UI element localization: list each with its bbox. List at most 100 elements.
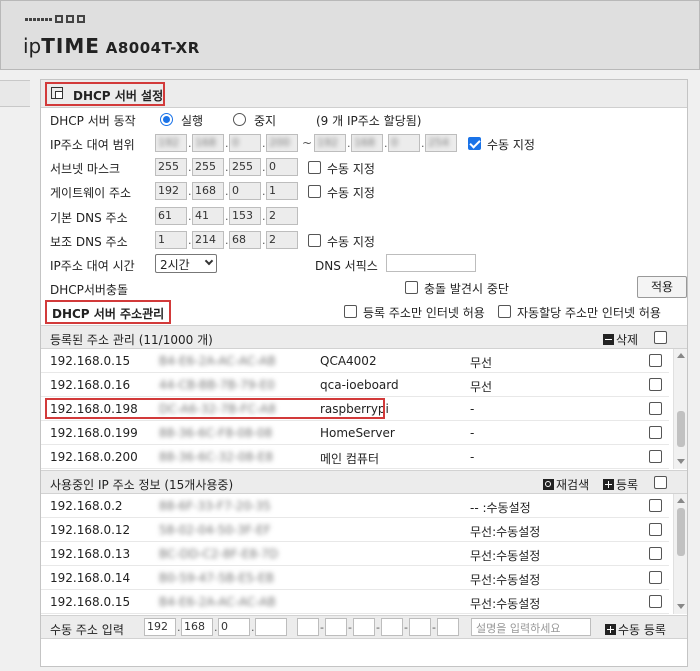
row-checkbox[interactable] (649, 571, 662, 584)
row-checkbox[interactable] (649, 499, 662, 512)
range-end-octet3[interactable]: 0 (388, 134, 420, 152)
row-checkbox[interactable] (649, 426, 662, 439)
dns-suffix-input[interactable] (386, 254, 476, 272)
gateway-manual-checkbox[interactable] (308, 185, 321, 198)
row-status: -- :수동설정 (470, 501, 531, 515)
ip-range-label: IP주소 대여 범위 (50, 138, 135, 152)
dhcp-stop-label[interactable]: 중지 (254, 112, 276, 129)
range-start-octet2[interactable]: 168 (192, 134, 224, 152)
row-type: - (470, 450, 475, 464)
row-ip: 192.168.0.14 (50, 571, 131, 585)
scroll-thumb[interactable] (677, 508, 685, 556)
chevron-down-icon (204, 256, 214, 266)
manual-mac-1[interactable] (297, 618, 319, 636)
dns2-octet1[interactable]: 1 (155, 231, 187, 249)
manual-mac-4[interactable] (381, 618, 403, 636)
registered-scrollbar[interactable] (673, 349, 687, 469)
registered-select-all-checkbox[interactable] (654, 331, 667, 344)
row-name: qca-ioeboard (320, 378, 399, 392)
table-row: 192.168.0.15 B4-E6-2A-AC-AC-AB QCA4002 무… (41, 349, 669, 373)
server-op-label: DHCP 서버 동작 (50, 114, 136, 128)
dns2-manual-checkbox[interactable] (308, 234, 321, 247)
subnet-octet4[interactable]: 0 (266, 158, 298, 176)
manual-ip-octet2[interactable]: 168 (181, 618, 213, 636)
scroll-up-icon[interactable] (677, 353, 685, 358)
row-checkbox[interactable] (649, 523, 662, 536)
search-icon (543, 479, 554, 490)
apply-button[interactable]: 적용 (637, 276, 687, 298)
row-ip: 192.168.0.199 (50, 426, 138, 440)
plus-icon (603, 479, 614, 490)
manual-mac-3[interactable] (353, 618, 375, 636)
dhcp-stop-radio[interactable] (233, 113, 246, 126)
manual-ip-octet1[interactable]: 192 (144, 618, 176, 636)
dns2-octet2[interactable]: 214 (192, 231, 224, 249)
row-mac: 88-6F-33-F7-20-35 (159, 499, 271, 513)
range-start-octet3[interactable]: 0 (229, 134, 261, 152)
subnet-octet1[interactable]: 255 (155, 158, 187, 176)
dns1-octet4[interactable]: 2 (266, 207, 298, 225)
manual-mac-5[interactable] (409, 618, 431, 636)
manual-ip-octet3[interactable]: 0 (218, 618, 250, 636)
dhcp-run-label[interactable]: 실행 (181, 112, 203, 129)
manual-mac-6[interactable] (437, 618, 459, 636)
subnet-manual-label: 수동 지정 (327, 162, 375, 176)
scroll-down-icon[interactable] (677, 459, 685, 464)
manual-mac-2[interactable] (325, 618, 347, 636)
row-status: 무선:수동설정 (470, 549, 541, 563)
gateway-octet4[interactable]: 1 (266, 182, 298, 200)
registered-section-header: 등록된 주소 관리 (11/1000 개) 삭제 (41, 325, 687, 349)
manual-ip-octet4[interactable] (255, 618, 287, 636)
auto-only-checkbox[interactable] (498, 305, 511, 318)
gateway-octet1[interactable]: 192 (155, 182, 187, 200)
scroll-up-icon[interactable] (677, 498, 685, 503)
range-manual-checkbox[interactable] (468, 137, 481, 150)
range-start-octet4[interactable]: 200 (266, 134, 298, 152)
range-end-octet1[interactable]: 192 (314, 134, 346, 152)
row-checkbox[interactable] (649, 547, 662, 560)
scroll-thumb[interactable] (677, 411, 685, 447)
range-end-octet4[interactable]: 254 (425, 134, 457, 152)
subnet-manual-checkbox[interactable] (308, 161, 321, 174)
registered-only-checkbox[interactable] (344, 305, 357, 318)
row-ip: 192.168.0.200 (50, 450, 138, 464)
subnet-octet3[interactable]: 255 (229, 158, 261, 176)
table-row: 192.168.0.15 B4-E6-2A-AC-AC-AB 무선:수동설정 (41, 590, 669, 614)
range-end-octet2[interactable]: 168 (351, 134, 383, 152)
address-mgmt-title: DHCP 서버 주소관리 (52, 307, 165, 321)
register-button[interactable]: 등록 (603, 476, 638, 493)
row-checkbox[interactable] (649, 450, 662, 463)
dhcp-run-radio[interactable] (160, 113, 173, 126)
rescan-button[interactable]: 재검색 (543, 476, 589, 493)
minus-icon (603, 334, 614, 345)
scroll-down-icon[interactable] (677, 604, 685, 609)
dns1-octet2[interactable]: 41 (192, 207, 224, 225)
delete-button[interactable]: 삭제 (603, 331, 638, 348)
gateway-octet3[interactable]: 0 (229, 182, 261, 200)
lease-time-select[interactable]: 2시간 (155, 254, 217, 273)
registered-title: 등록된 주소 관리 (11/1000 개) (50, 333, 213, 347)
in-use-section-header: 사용중인 IP 주소 정보 (15개사용중) 재검색 등록 (41, 470, 687, 494)
dns2-manual-label: 수동 지정 (327, 235, 375, 249)
row-status: 무선:수동설정 (470, 525, 541, 539)
in-use-scrollbar[interactable] (673, 494, 687, 614)
in-use-select-all-checkbox[interactable] (654, 476, 667, 489)
table-row: 192.168.0.2 88-6F-33-F7-20-35 -- :수동설정 (41, 494, 669, 518)
manual-register-button[interactable]: 수동 등록 (605, 621, 666, 638)
conflict-stop-checkbox[interactable] (405, 281, 418, 294)
gateway-octet2[interactable]: 168 (192, 182, 224, 200)
subnet-octet2[interactable]: 255 (192, 158, 224, 176)
dns1-octet1[interactable]: 61 (155, 207, 187, 225)
dns1-label: 기본 DNS 주소 (50, 211, 128, 225)
dns1-octet3[interactable]: 153 (229, 207, 261, 225)
row-checkbox[interactable] (649, 378, 662, 391)
row-mac: B0-59-47-5B-E5-EB (159, 571, 274, 585)
row-checkbox[interactable] (649, 595, 662, 608)
dns2-octet4[interactable]: 2 (266, 231, 298, 249)
dns2-octet3[interactable]: 68 (229, 231, 261, 249)
row-checkbox[interactable] (649, 402, 662, 415)
range-start-octet1[interactable]: 192 (155, 134, 187, 152)
row-checkbox[interactable] (649, 354, 662, 367)
description-input[interactable]: 설명을 입력하세요 (471, 618, 591, 636)
table-row: 192.168.0.198 DC-A6-32-7B-FC-A8 raspberr… (41, 397, 669, 421)
